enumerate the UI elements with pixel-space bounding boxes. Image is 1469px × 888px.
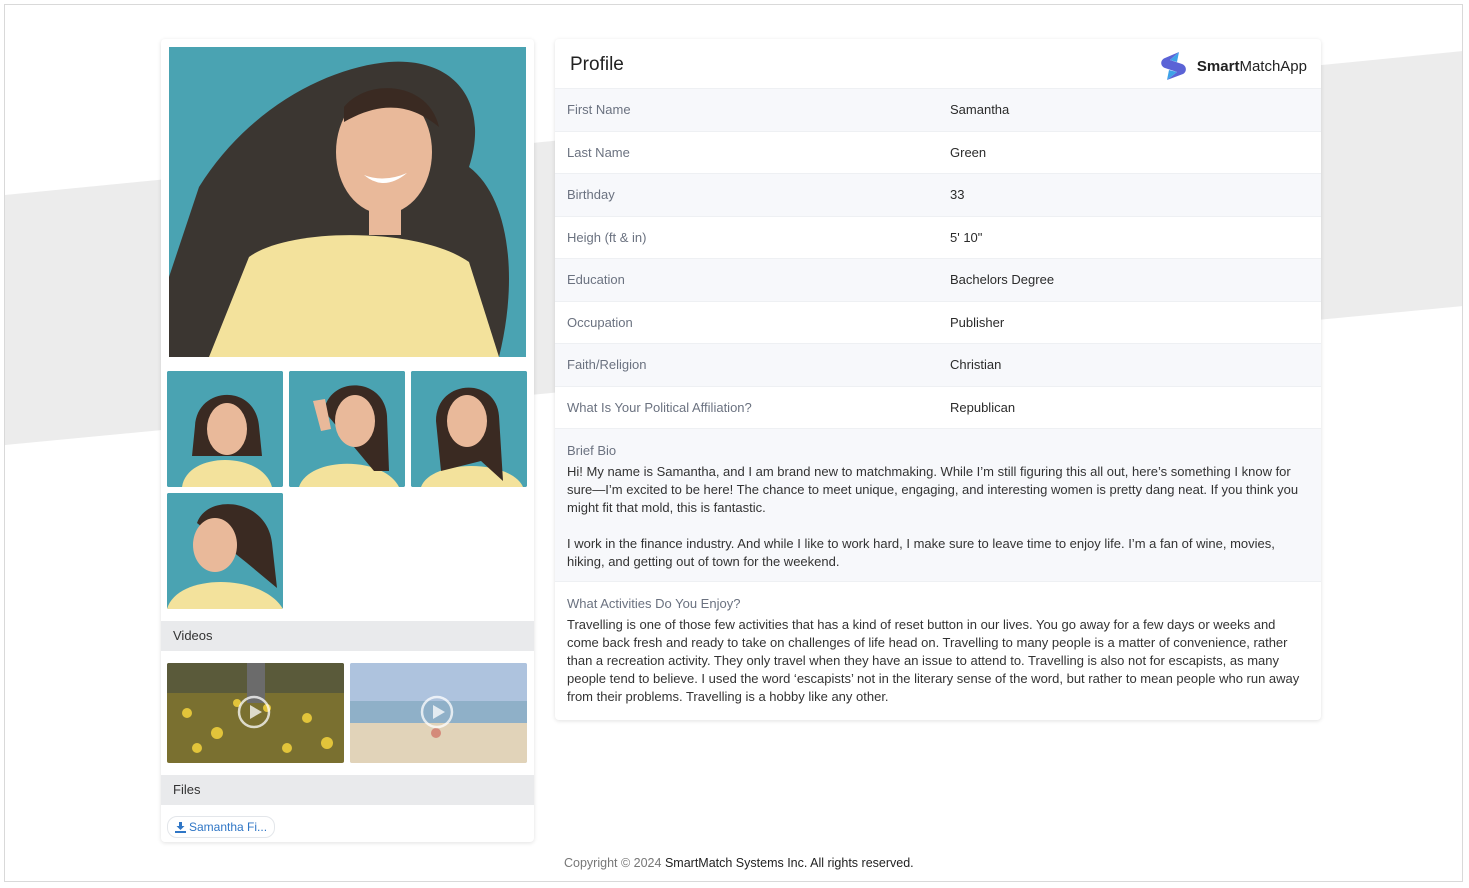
download-icon	[175, 822, 186, 833]
activities-text: Travelling is one of those few activitie…	[567, 617, 1300, 704]
gallery-thumbnail-4[interactable]	[167, 493, 283, 609]
field-row-height: Heigh (ft & in) 5' 10"	[555, 215, 1321, 259]
gallery-thumbnail-2[interactable]	[289, 371, 405, 487]
video-thumbnail-1[interactable]	[167, 663, 344, 763]
field-row-last-name: Last Name Green	[555, 130, 1321, 174]
videos-header: Videos	[161, 621, 534, 651]
play-icon	[237, 695, 271, 729]
video-thumbnail-2[interactable]	[350, 663, 527, 763]
bio-label: Brief Bio	[567, 443, 617, 458]
gallery-thumbnail-1[interactable]	[167, 371, 283, 487]
field-label: Occupation	[567, 314, 633, 330]
field-value: 33	[950, 187, 965, 202]
field-label: Last Name	[567, 144, 630, 160]
field-label: What Is Your Political Affiliation?	[567, 399, 752, 415]
main-profile-photo[interactable]	[169, 47, 526, 357]
media-card: Videos Files Samantha Fi...	[161, 39, 534, 842]
field-label: Education	[567, 272, 625, 287]
field-row-first-name: First Name Samantha	[555, 88, 1321, 131]
brand-rest: MatchApp	[1239, 57, 1307, 75]
field-value: Samantha	[950, 102, 1010, 117]
field-label: Faith/Religion	[567, 357, 647, 372]
field-row-political: What Is Your Political Affiliation? Repu…	[555, 385, 1321, 429]
bio-section: Brief Bio Hi! My name is Samantha, and I…	[555, 428, 1321, 581]
bio-paragraph-1: Hi! My name is Samantha, and I am brand …	[567, 464, 1299, 515]
activities-section: What Activities Do You Enjoy? Travelling…	[555, 581, 1321, 706]
field-row-birthday: Birthday 33	[555, 173, 1321, 216]
play-icon	[420, 695, 454, 729]
bio-paragraph-2: I work in the finance industry. And whil…	[567, 536, 1275, 569]
profile-fields: First Name Samantha Last Name Green Birt…	[555, 88, 1321, 428]
field-value: Christian	[950, 357, 1002, 372]
field-value: Green	[950, 144, 987, 160]
field-row-occupation: Occupation Publisher	[555, 300, 1321, 344]
field-value: Publisher	[950, 314, 1005, 330]
profile-card: Profile SmartMatchApp First Name Samanth…	[555, 39, 1321, 720]
field-value: 5' 10"	[950, 229, 983, 245]
field-label: Birthday	[567, 187, 615, 202]
brand-logo: SmartMatchApp	[1157, 50, 1307, 82]
field-label: Heigh (ft & in)	[567, 229, 647, 245]
footer-copyright: Copyright © 2024 SmartMatch Systems Inc.…	[564, 856, 914, 870]
field-value: Bachelors Degree	[950, 272, 1055, 287]
field-value: Republican	[950, 399, 1016, 415]
copyright-prefix: Copyright © 2024	[564, 856, 662, 870]
file-name: Samantha Fi...	[189, 820, 268, 834]
file-download-link[interactable]: Samantha Fi...	[167, 816, 276, 838]
files-header: Files	[161, 775, 534, 805]
activities-label: What Activities Do You Enjoy?	[567, 596, 741, 611]
copyright-company: SmartMatch Systems Inc. All rights reser…	[664, 856, 914, 870]
gallery-thumbnail-3[interactable]	[411, 371, 527, 487]
field-row-education: Education Bachelors Degree	[555, 258, 1321, 301]
page-title: Profile	[570, 54, 624, 75]
brand-bold: Smart	[1196, 57, 1240, 75]
field-label: First Name	[567, 102, 631, 117]
smartmatch-logo-icon	[1161, 52, 1186, 80]
field-row-religion: Faith/Religion Christian	[555, 343, 1321, 386]
